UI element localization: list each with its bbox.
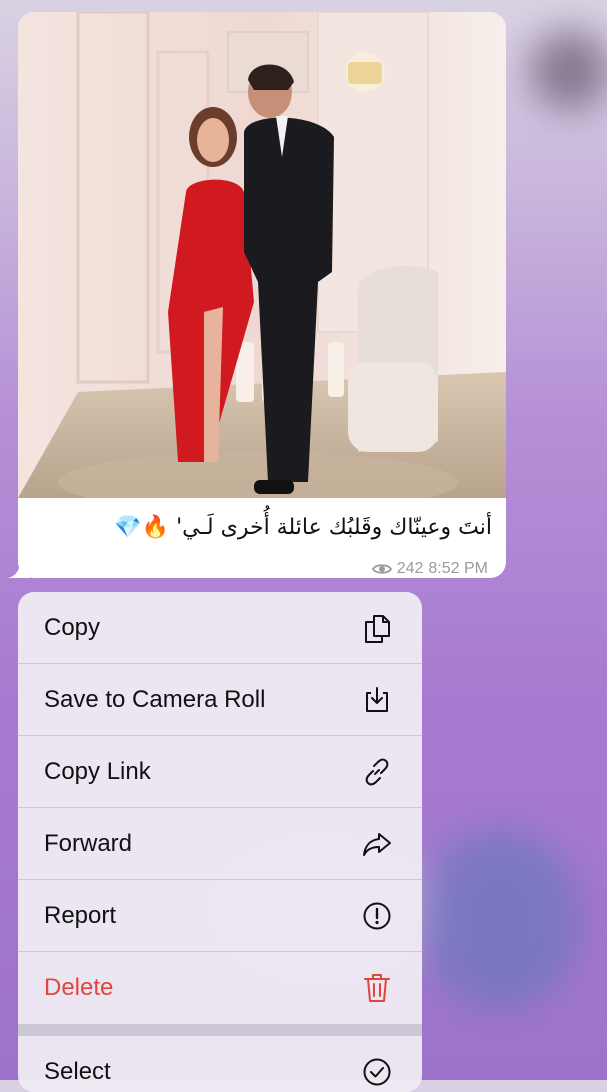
menu-item-label: Copy Link [44,757,151,785]
menu-item-report[interactable]: Report [18,880,422,952]
message-photo[interactable] [18,12,506,498]
checkmark-circle-icon [360,1055,394,1089]
link-icon [360,755,394,789]
context-menu: Copy Save to Camera Roll Copy Link Forwa… [18,592,422,1092]
menu-separator [18,1024,422,1036]
save-download-icon [360,683,394,717]
menu-item-delete[interactable]: Delete [18,952,422,1024]
copy-icon [360,611,394,645]
menu-item-label: Save to Camera Roll [44,685,266,713]
message-meta: 242 8:52 PM [371,560,488,578]
background-blur [530,30,607,110]
photo-image [18,12,506,498]
menu-item-copy-link[interactable]: Copy Link [18,736,422,808]
exclamation-circle-icon [360,899,394,933]
menu-item-label: Select [44,1058,111,1085]
menu-item-label: Delete [44,974,114,1001]
menu-item-label: Forward [44,829,133,857]
menu-item-save-to-camera-roll[interactable]: Save to Camera Roll [18,664,422,736]
message-caption: أنتَ وعينّاك وقَلبُك عائلة أُخرى لَـي' 🔥… [114,515,492,540]
message-time: 8:52 PM [428,560,488,577]
message-bubble[interactable]: أنتَ وعينّاك وقَلبُك عائلة أُخرى لَـي' 🔥… [18,12,506,578]
trash-icon [360,971,394,1005]
menu-item-forward[interactable]: Forward [18,808,422,880]
background-blur [420,830,580,1010]
forward-arrow-icon [360,827,394,861]
menu-item-label: Copy [44,613,101,641]
menu-item-copy[interactable]: Copy [18,592,422,664]
menu-item-select[interactable]: Select [18,1036,422,1092]
views-eye-icon [371,564,392,574]
menu-item-label: Report [44,901,117,929]
views-count: 242 [396,560,424,577]
